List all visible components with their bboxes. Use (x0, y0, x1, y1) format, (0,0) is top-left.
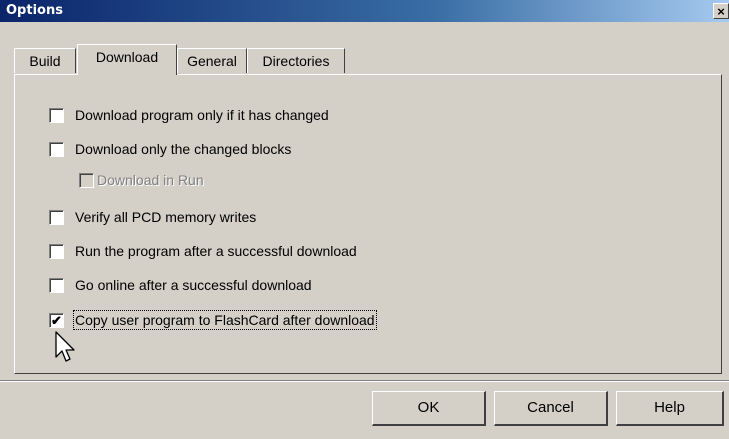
copy-to-flashcard-label: Copy user program to FlashCard after dow… (73, 310, 377, 330)
close-icon: × (717, 4, 725, 19)
tab-general[interactable]: General (177, 48, 247, 73)
download-if-changed-label: Download program only if it has changed (75, 107, 329, 123)
options-dialog: Options × Build Download General Directo… (0, 0, 729, 439)
download-changed-blocks-checkbox[interactable] (49, 142, 64, 157)
download-tab-panel: Download program only if it has changed … (14, 74, 722, 374)
tab-download[interactable]: Download (77, 44, 177, 75)
tab-directories[interactable]: Directories (247, 48, 345, 73)
download-in-run-checkbox (79, 173, 94, 188)
tab-build[interactable]: Build (14, 48, 76, 73)
cancel-button[interactable]: Cancel (494, 391, 608, 426)
title-bar[interactable]: Options × (0, 0, 729, 22)
ok-button[interactable]: OK (372, 391, 486, 426)
go-online-checkbox[interactable] (49, 278, 64, 293)
run-after-download-checkbox[interactable] (49, 244, 64, 259)
verify-pcd-writes-checkbox[interactable] (49, 210, 64, 225)
copy-to-flashcard-checkbox[interactable]: ✔ (49, 313, 64, 328)
close-button[interactable]: × (713, 3, 729, 19)
download-in-run-label: Download in Run (97, 172, 204, 188)
dialog-title: Options (6, 3, 63, 18)
download-changed-blocks-label: Download only the changed blocks (75, 141, 292, 157)
verify-pcd-writes-label: Verify all PCD memory writes (75, 209, 257, 225)
button-separator (0, 380, 729, 382)
run-after-download-label: Run the program after a successful downl… (75, 243, 357, 259)
checkmark-icon: ✔ (51, 313, 62, 328)
help-button[interactable]: Help (616, 391, 724, 426)
download-if-changed-checkbox[interactable] (49, 108, 64, 123)
go-online-label: Go online after a successful download (75, 277, 312, 293)
